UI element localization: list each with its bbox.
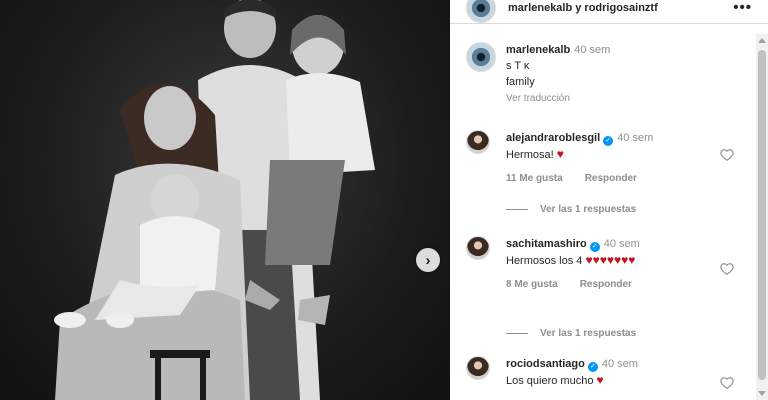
- heart-emoji-icon: ♥♥♥♥♥♥♥: [585, 253, 636, 267]
- view-replies-label: Ver las 1 respuestas: [540, 328, 637, 339]
- caption-time[interactable]: 40 sem: [574, 44, 610, 56]
- view-replies-label: Ver las 1 respuestas: [540, 204, 637, 215]
- comment-text: Los quiero mucho: [506, 375, 597, 387]
- view-replies-button[interactable]: Ver las 1 respuestas: [506, 328, 636, 339]
- scrollbar-thumb[interactable]: [758, 50, 766, 380]
- comment-username[interactable]: rociodsantiago: [506, 358, 585, 370]
- comment-likes[interactable]: 11 Me gusta: [506, 171, 563, 187]
- view-replies-button[interactable]: Ver las 1 respuestas: [506, 204, 636, 215]
- caption-line-1: s T κ: [506, 60, 530, 72]
- caption-line-2: family: [506, 76, 535, 88]
- comment-likes[interactable]: 8 Me gusta: [506, 277, 558, 293]
- commenter-avatar[interactable]: [466, 236, 490, 260]
- post-header: marlenekalb y rodrigosainztf •••: [450, 0, 768, 24]
- comments-scrollbar[interactable]: [756, 34, 768, 400]
- more-horizontal-icon[interactable]: •••: [733, 0, 752, 16]
- comments-panel: marlenekalb y rodrigosainztf ••• marlene…: [450, 0, 768, 400]
- heart-emoji-icon: ♥: [556, 147, 564, 161]
- post-photo: ›: [0, 0, 450, 400]
- owner-avatar[interactable]: [466, 0, 496, 23]
- verified-badge-icon: ✓: [589, 242, 600, 252]
- comment-username[interactable]: alejandraroblesgil: [506, 132, 600, 144]
- reply-button[interactable]: Responder: [585, 171, 637, 187]
- next-photo-button[interactable]: ›: [416, 248, 440, 272]
- comment-text: Hermosos los 4: [506, 255, 583, 267]
- commenter-avatar[interactable]: [466, 356, 490, 380]
- verified-badge-icon: ✓: [587, 362, 598, 372]
- scroll-up-arrow-icon[interactable]: [758, 38, 766, 43]
- commenter-avatar[interactable]: [466, 130, 490, 154]
- scroll-down-arrow-icon[interactable]: [758, 391, 766, 396]
- like-heart-icon[interactable]: [720, 262, 734, 276]
- verified-badge-icon: ✓: [603, 136, 614, 146]
- see-translation-link[interactable]: Ver traducción: [506, 91, 726, 107]
- like-heart-icon[interactable]: [720, 376, 734, 390]
- caption-username[interactable]: marlenekalb: [506, 44, 570, 56]
- chevron-right-icon: ›: [425, 251, 431, 269]
- caption-avatar[interactable]: [466, 42, 496, 72]
- heart-emoji-icon: ♥: [596, 373, 604, 387]
- comment-text: Hermosa!: [506, 149, 557, 161]
- post-owners[interactable]: marlenekalb y rodrigosainztf: [508, 2, 658, 14]
- comments-list: marlenekalb 40 sem s T κ family Ver tradu…: [450, 34, 750, 400]
- comment-time[interactable]: 40 sem: [602, 358, 638, 370]
- reply-button[interactable]: Responder: [580, 277, 632, 293]
- comment-username[interactable]: sachitamashiro: [506, 238, 587, 250]
- like-heart-icon[interactable]: [720, 148, 734, 162]
- replies-divider: [506, 209, 528, 210]
- comment-time[interactable]: 40 sem: [604, 238, 640, 250]
- replies-divider: [506, 333, 528, 334]
- comment-time[interactable]: 40 sem: [617, 132, 653, 144]
- family-photo-illustration: [54, 0, 375, 400]
